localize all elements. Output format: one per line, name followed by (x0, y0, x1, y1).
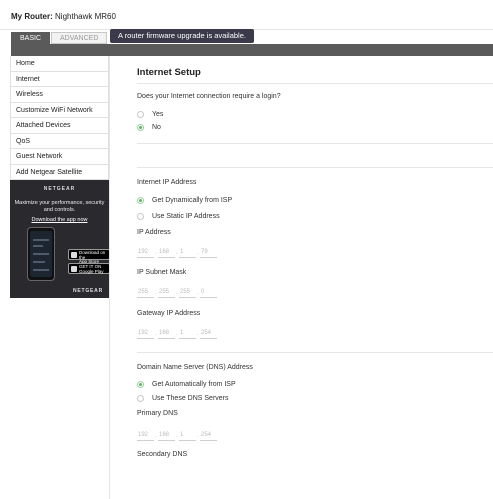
firmware-upgrade-banner[interactable]: A router firmware upgrade is available. (110, 29, 254, 43)
dns-octet-1[interactable]: 192 (137, 430, 154, 441)
sidebar-item-internet[interactable]: Internet (10, 71, 109, 87)
gateway-octet-2[interactable]: 168 (158, 328, 175, 339)
gateway-octet-3[interactable]: 1 (179, 328, 196, 339)
gateway-octet-1[interactable]: 192 (137, 328, 154, 339)
tab-basic[interactable]: BASIC (11, 32, 51, 44)
phone-screen-row (33, 239, 49, 241)
ip-address-input[interactable]: 192. 168. 1. 79 (137, 246, 217, 258)
router-name: Nighthawk MR60 (55, 12, 116, 21)
dns-auto-label: Get Automatically from ISP (152, 380, 236, 388)
section-divider (137, 352, 493, 353)
download-app-link[interactable]: Download the app now (10, 217, 109, 223)
gateway-octet-4[interactable]: 254 (200, 328, 217, 339)
phone-screen-row (33, 245, 43, 247)
ip-static-option[interactable]: Use Static IP Address (137, 211, 220, 221)
ip-dynamic-option[interactable]: Get Dynamically from ISP (137, 195, 232, 205)
netgear-logo: NETGEAR (43, 186, 76, 192)
login-question: Does your Internet connection require a … (137, 93, 281, 100)
promo-text: Maximize your performance, security and … (14, 200, 105, 213)
ip-octet-1[interactable]: 192 (137, 247, 154, 258)
gateway-input[interactable]: 192. 168. 1. 254 (137, 327, 217, 339)
mode-tabs: BASIC ADVANCED (11, 32, 108, 44)
ip-dynamic-label: Get Dynamically from ISP (152, 196, 233, 204)
dns-auto-radio[interactable] (137, 380, 144, 388)
page-title: Internet Setup (137, 67, 201, 78)
router-prefix: My Router: (11, 12, 53, 21)
dns-manual-radio[interactable] (137, 394, 144, 402)
ip-octet-4[interactable]: 79 (200, 247, 217, 258)
dns-octet-2[interactable]: 168 (158, 430, 175, 441)
section-divider (137, 143, 493, 144)
dns-heading: Domain Name Server (DNS) Address (137, 364, 253, 371)
mask-octet-4[interactable]: 0 (200, 287, 217, 298)
apple-icon (71, 252, 77, 258)
top-bar: My Router: Nighthawk MR60 (0, 0, 493, 30)
ip-octet-3[interactable]: 1 (179, 247, 196, 258)
login-no-option[interactable]: No (137, 122, 161, 132)
dns-manual-option[interactable]: Use These DNS Servers (137, 393, 229, 403)
sidebar: Home Internet Wireless Customize WiFi Ne… (10, 56, 109, 180)
tab-bar-strip (11, 44, 493, 56)
login-no-label: No (152, 123, 161, 131)
mask-octet-2[interactable]: 255 (158, 287, 175, 298)
phone-screen-row (33, 253, 49, 255)
login-yes-option[interactable]: Yes (137, 109, 163, 119)
ip-dynamic-radio[interactable] (137, 196, 144, 204)
tab-advanced[interactable]: ADVANCED (51, 32, 108, 44)
primary-dns-input[interactable]: 192. 168. 1. 254 (137, 429, 217, 441)
router-title: My Router: Nighthawk MR60 (11, 12, 116, 21)
mask-octet-3[interactable]: 255 (179, 287, 196, 298)
dns-manual-label: Use These DNS Servers (152, 394, 229, 402)
sidebar-item-guest-network[interactable]: Guest Network (10, 149, 109, 165)
secondary-dns-label: Secondary DNS (137, 451, 188, 458)
title-divider (137, 83, 493, 84)
phone-screen-row (33, 261, 45, 263)
ip-octet-2[interactable]: 168 (158, 247, 175, 258)
ip-address-label: IP Address (137, 229, 171, 236)
google-play-text: Google Play (79, 268, 104, 274)
dns-octet-3[interactable]: 1 (179, 430, 196, 441)
sidebar-item-qos[interactable]: QoS (10, 133, 109, 149)
sidebar-item-customize-wifi[interactable]: Customize WiFi Network (10, 102, 109, 118)
login-yes-label: Yes (152, 110, 164, 118)
dns-octet-4[interactable]: 254 (200, 430, 217, 441)
ip-static-radio[interactable] (137, 212, 144, 220)
subnet-mask-label: IP Subnet Mask (137, 269, 187, 276)
sidebar-item-home[interactable]: Home (10, 56, 109, 72)
phone-image (27, 227, 55, 281)
sidebar-item-attached-devices[interactable]: Attached Devices (10, 118, 109, 134)
internet-ip-heading: Internet IP Address (137, 179, 197, 186)
subnet-mask-input[interactable]: 255. 255. 255. 0 (137, 286, 217, 298)
google-play-icon (71, 266, 77, 272)
mask-octet-1[interactable]: 255 (137, 287, 154, 298)
app-promo-panel: NETGEAR Maximize your performance, secur… (10, 180, 109, 298)
gateway-label: Gateway IP Address (137, 310, 201, 317)
main-content: Internet Setup Does your Internet connec… (110, 56, 493, 499)
app-store-badge[interactable]: Download on the App Store (68, 249, 109, 264)
login-no-radio[interactable] (137, 123, 144, 131)
sidebar-item-add-satellite[interactable]: Add Netgear Satellite (10, 164, 109, 180)
google-play-badge[interactable]: GET IT ON Google Play (68, 263, 109, 274)
ip-static-label: Use Static IP Address (152, 212, 220, 220)
section-divider (137, 167, 493, 168)
phone-screen-row (33, 269, 49, 271)
login-yes-radio[interactable] (137, 110, 144, 118)
primary-dns-label: Primary DNS (137, 410, 178, 417)
sidebar-item-wireless[interactable]: Wireless (10, 87, 109, 103)
phone-screen (30, 231, 52, 277)
netgear-brand: NETGEAR (72, 288, 103, 294)
dns-auto-option[interactable]: Get Automatically from ISP (137, 379, 236, 389)
